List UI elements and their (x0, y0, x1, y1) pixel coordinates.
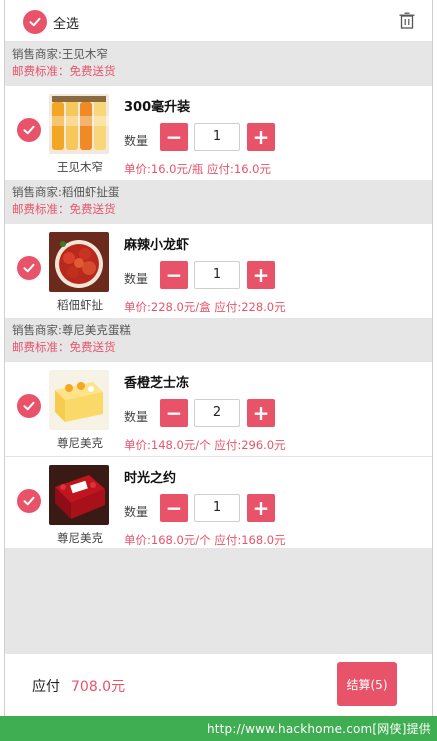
shop-label: 尊尼美克 (57, 531, 103, 545)
product-image-orange-cheesecake[interactable] (49, 370, 109, 430)
cart-item: 稻佃虾扯 麻辣小龙虾 数量 − 1 + 单价:228.0元/盒 应付:228.0… (5, 224, 432, 318)
cart-item: 王见木窄 300毫升装 数量 − 1 + 单价:16.0元/瓶 应付:16.0元 (5, 86, 432, 180)
check-icon (23, 125, 35, 135)
quantity-decrease-button[interactable]: − (160, 399, 188, 427)
cart-screen: 全选 销售商家:王见木窄 邮费标准：免费送货 王见木窄 300毫升装 数量 − … (4, 0, 433, 716)
watermark-bar: http://www.hackhome.com[网侠]提供 (0, 716, 437, 741)
product-image-crayfish[interactable] (49, 232, 109, 292)
shipping-policy: 邮费标准：免费送货 (12, 340, 116, 354)
cart-item: 尊尼美克 香橙芝士冻 数量 − 2 + 单价:148.0元/个 应付:296.0… (5, 362, 432, 456)
shop-label: 稻佃虾扯 (57, 298, 103, 312)
quantity-label: 数量 (124, 505, 149, 519)
product-name: 麻辣小龙虾 (124, 238, 190, 253)
seller-header: 销售商家:稻佃虾扯蛋 邮费标准：免费送货 (5, 180, 432, 224)
quantity-increase-button[interactable]: + (247, 494, 275, 522)
item-checkbox[interactable] (17, 394, 41, 418)
select-all-label: 全选 (53, 17, 80, 32)
seller-header: 销售商家:王见木窄 邮费标准：免费送货 (5, 42, 432, 86)
product-image-bottled-drinks[interactable] (49, 94, 109, 154)
quantity-increase-button[interactable]: + (247, 123, 275, 151)
quantity-increase-button[interactable]: + (247, 399, 275, 427)
quantity-input[interactable]: 1 (194, 261, 240, 289)
price-summary: 单价:16.0元/瓶 应付:16.0元 (124, 162, 271, 176)
item-checkbox[interactable] (17, 489, 41, 513)
check-icon (29, 17, 41, 27)
seller-name: 销售商家:尊尼美克蛋糕 (12, 323, 131, 337)
watermark-text: http://www.hackhome.com[网侠]提供 (206, 722, 431, 736)
quantity-decrease-button[interactable]: − (160, 494, 188, 522)
shipping-policy: 邮费标准：免费送货 (12, 64, 116, 78)
select-all-checkbox[interactable] (23, 10, 47, 34)
check-icon (23, 496, 35, 506)
quantity-input[interactable]: 1 (194, 123, 240, 151)
quantity-decrease-button[interactable]: − (160, 123, 188, 151)
product-image-rose-cake[interactable] (49, 465, 109, 525)
shop-label: 尊尼美克 (57, 436, 103, 450)
checkout-button[interactable]: 结算(5) (337, 662, 397, 706)
product-name: 300毫升装 (124, 100, 191, 115)
product-name: 时光之约 (124, 471, 177, 486)
app-frame: 全选 销售商家:王见木窄 邮费标准：免费送货 王见木窄 300毫升装 数量 − … (0, 0, 437, 741)
cart-header: 全选 (5, 0, 432, 42)
quantity-label: 数量 (124, 410, 149, 424)
quantity-input[interactable]: 2 (194, 399, 240, 427)
price-summary: 单价:228.0元/盒 应付:228.0元 (124, 300, 286, 314)
quantity-decrease-button[interactable]: − (160, 261, 188, 289)
quantity-label: 数量 (124, 134, 149, 148)
empty-area (5, 548, 432, 654)
quantity-input[interactable]: 1 (194, 494, 240, 522)
seller-name: 销售商家:稻佃虾扯蛋 (12, 185, 120, 199)
item-checkbox[interactable] (17, 256, 41, 280)
checkout-bar: 应付 708.0元 结算(5) (5, 654, 432, 716)
quantity-label: 数量 (124, 272, 149, 286)
item-checkbox[interactable] (17, 118, 41, 142)
seller-name: 销售商家:王见木窄 (12, 47, 108, 61)
check-icon (23, 263, 35, 273)
check-icon (23, 401, 35, 411)
total-amount: 708.0元 (71, 679, 126, 695)
total-label: 应付 (32, 679, 60, 695)
quantity-increase-button[interactable]: + (247, 261, 275, 289)
cart-item: 尊尼美克 时光之约 数量 − 1 + 单价:168.0元/个 应付:168.0元 (5, 456, 432, 550)
price-summary: 单价:148.0元/个 应付:296.0元 (124, 438, 286, 452)
shipping-policy: 邮费标准：免费送货 (12, 202, 116, 216)
seller-header: 销售商家:尊尼美克蛋糕 邮费标准：免费送货 (5, 318, 432, 362)
shop-label: 王见木窄 (57, 160, 103, 174)
trash-icon[interactable] (398, 12, 416, 30)
product-name: 香橙芝士冻 (124, 376, 190, 391)
price-summary: 单价:168.0元/个 应付:168.0元 (124, 533, 286, 547)
